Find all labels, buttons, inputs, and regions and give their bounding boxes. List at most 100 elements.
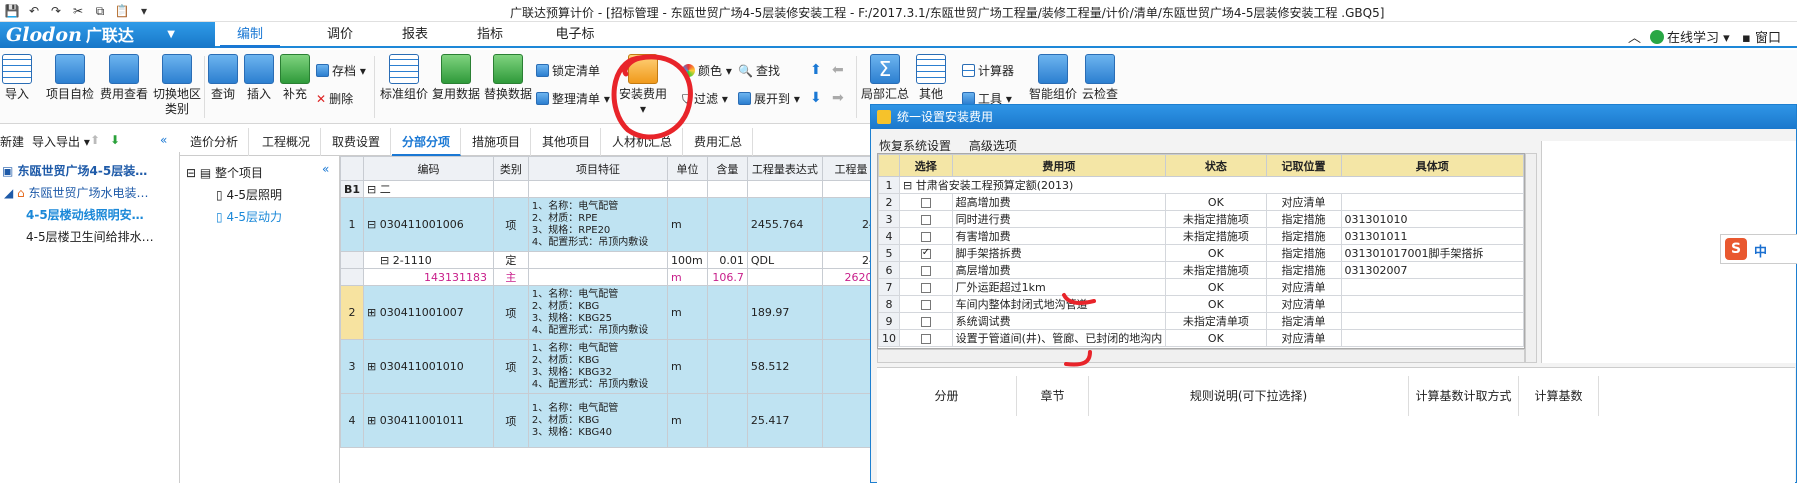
select-checkbox[interactable] <box>920 316 931 327</box>
organize-list-button[interactable]: 整理清单 ▾ <box>536 90 610 107</box>
section-item-power[interactable]: ▯ 4-5层动力 <box>216 208 282 225</box>
tab-labor-material-summary[interactable]: 人材机汇总 <box>602 128 684 156</box>
rules-header-chapter[interactable]: 章节 <box>1017 376 1089 416</box>
table-row[interactable]: 6 高层增加费 未指定措施项 指定措施 031302007 <box>878 261 1524 279</box>
calculator-button[interactable]: 计算器 <box>962 62 1014 79</box>
new-button[interactable]: 新建 <box>0 133 24 150</box>
install-fee-button[interactable]: 安装费用 ▾ <box>618 54 668 117</box>
table-row[interactable]: ⊟ 2-1110 定 100m 0.01 QDL 24 <box>340 251 880 269</box>
select-cell[interactable] <box>899 193 953 211</box>
collapse-panel-icon[interactable]: « <box>160 133 167 147</box>
tab-reports[interactable]: 报表 <box>385 25 445 48</box>
content-cell[interactable] <box>706 285 748 340</box>
advanced-options-button[interactable]: 高级选项 <box>969 139 1017 153</box>
table-row[interactable]: 9 系统调试费 未指定清单项 指定清单 <box>878 312 1524 330</box>
expression-cell[interactable]: 58.512 <box>746 339 823 394</box>
smart-pricing-button[interactable]: 智能组价 <box>1028 54 1078 102</box>
code-cell[interactable]: ⊞ 030411001007 <box>363 285 494 340</box>
undo-icon[interactable]: ↶ <box>26 3 42 19</box>
replace-data-button[interactable]: 替换数据 <box>484 54 532 102</box>
category-cell[interactable]: 项 <box>492 285 529 340</box>
position-cell[interactable]: 对应清单 <box>1265 278 1342 296</box>
position-cell[interactable]: 指定措施 <box>1265 210 1342 228</box>
move-right-icon[interactable]: ➡ <box>832 90 844 106</box>
category-cell[interactable]: 主 <box>492 268 529 286</box>
table-row-group[interactable]: 1 ⊟ 甘肃省安装工程预算定额(2013) <box>878 176 1524 194</box>
tab-fee-settings[interactable]: 取费设置 <box>322 128 392 156</box>
content-cell[interactable] <box>706 339 748 394</box>
code-cell[interactable]: ⊟ 030411001006 <box>363 197 494 252</box>
unit-cell[interactable]: m <box>667 197 708 252</box>
move-up-icon[interactable]: ⬆ <box>810 62 822 78</box>
lock-list-button[interactable]: 锁定清单 <box>536 62 600 79</box>
tab-cost-analysis[interactable]: 造价分析 <box>180 128 250 156</box>
specific-item-cell[interactable]: 031302007 <box>1340 261 1524 279</box>
content-cell[interactable]: 106.7 <box>706 268 748 286</box>
table-row[interactable]: 2 ⊞ 030411001007 项 1、名称：电气配管 2、材质：KBG 3、… <box>340 285 880 340</box>
feature-cell[interactable] <box>527 268 669 286</box>
expression-cell[interactable]: 2455.764 <box>746 197 823 252</box>
find-button[interactable]: 🔍 查找 <box>738 62 780 79</box>
select-checkbox[interactable] <box>920 197 931 208</box>
grid-header-unit[interactable]: 单位 <box>667 156 708 181</box>
table-row[interactable]: 5 脚手架搭拆费OK指定措施031301017001脚手架搭拆 <box>878 244 1524 262</box>
table-row[interactable]: 8 车间内整体封闭式地沟管道 OK 对应清单 <box>878 295 1524 313</box>
table-row[interactable]: 3 同时进行费 未指定措施项 指定措施 031301010 <box>878 210 1524 228</box>
reuse-data-button[interactable]: 复用数据 <box>432 54 480 102</box>
select-cell[interactable] <box>899 312 953 330</box>
move-up-icon[interactable]: ⬆ <box>90 133 100 147</box>
position-cell[interactable]: 对应清单 <box>1265 295 1342 313</box>
tab-indicators[interactable]: 指标 <box>460 25 520 48</box>
cut-icon[interactable]: ✂ <box>70 3 86 19</box>
import-button[interactable]: 导入 <box>0 54 34 102</box>
select-checkbox[interactable] <box>920 265 931 276</box>
copy-icon[interactable]: ⧉ <box>92 3 108 19</box>
select-checkbox[interactable] <box>920 231 931 242</box>
position-cell[interactable]: 指定措施 <box>1265 227 1342 245</box>
position-cell[interactable]: 指定措施 <box>1265 244 1342 262</box>
tab-adjust-price[interactable]: 调价 <box>310 25 370 48</box>
select-checkbox[interactable] <box>920 282 931 293</box>
content-cell[interactable] <box>706 197 748 252</box>
insert-button[interactable]: 插入 <box>244 54 274 102</box>
save-icon[interactable]: 💾 <box>4 3 20 19</box>
position-cell[interactable]: 对应清单 <box>1265 193 1342 211</box>
dgrid-header-specific-item[interactable]: 具体项 <box>1340 154 1524 177</box>
unit-cell[interactable]: 100m <box>667 251 708 269</box>
expression-cell[interactable]: QDL <box>746 251 823 269</box>
select-cell[interactable] <box>899 295 953 313</box>
table-row[interactable]: 4 ⊞ 030411001011 项 1、名称：电气配管 2、材质：KBG 3、… <box>340 393 880 448</box>
tab-other-items[interactable]: 其他项目 <box>532 128 602 156</box>
feature-cell[interactable]: 1、名称：电气配管 2、材质：KBG 3、规格：KBG40 <box>527 393 669 448</box>
expression-cell[interactable]: 25.417 <box>746 393 823 448</box>
specific-item-cell[interactable] <box>1340 329 1524 347</box>
standard-pricing-button[interactable]: 标准组价 <box>380 54 428 102</box>
rules-header-description[interactable]: 规则说明(可下拉选择) <box>1089 376 1409 416</box>
tab-project-overview[interactable]: 工程概况 <box>252 128 322 156</box>
section-root[interactable]: ⊟ ▤ 整个项目 <box>186 164 263 181</box>
dgrid-header-status[interactable]: 状态 <box>1165 154 1267 177</box>
rules-header-volume[interactable]: 分册 <box>877 376 1017 416</box>
tab-e-bid[interactable]: 电子标 <box>540 25 610 48</box>
tab-edit[interactable]: 编制 <box>220 25 280 48</box>
move-down-icon[interactable]: ⬇ <box>110 133 120 147</box>
specific-item-cell[interactable] <box>1340 295 1524 313</box>
specific-item-cell[interactable]: 031301017001脚手架搭拆 <box>1340 244 1524 262</box>
restore-system-settings-button[interactable]: 恢复系统设置 <box>879 139 951 153</box>
redo-icon[interactable]: ↷ <box>48 3 64 19</box>
select-cell[interactable] <box>899 227 953 245</box>
tree-item-lighting[interactable]: 4-5层楼动线照明安… <box>26 206 144 223</box>
category-cell[interactable]: 项 <box>492 339 529 394</box>
group-cell[interactable]: ⊟ 甘肃省安装工程预算定额(2013) <box>899 176 1524 194</box>
code-cell[interactable]: ⊟ 2-1110 <box>363 251 494 269</box>
specific-item-cell[interactable] <box>1340 193 1524 211</box>
fee-view-button[interactable]: 费用查看 <box>100 54 148 102</box>
dgrid-header-fee-item[interactable]: 费用项 <box>951 154 1167 177</box>
grid-header-feature[interactable]: 项目特征 <box>527 156 669 181</box>
table-row[interactable]: 3 ⊞ 030411001010 项 1、名称：电气配管 2、材质：KBG 3、… <box>340 339 880 394</box>
content-cell[interactable]: 0.01 <box>706 251 748 269</box>
position-cell[interactable]: 指定措施 <box>1265 261 1342 279</box>
select-cell[interactable] <box>899 278 953 296</box>
supplement-button[interactable]: 补充 <box>280 54 310 102</box>
grid-header-code[interactable]: 编码 <box>363 156 494 181</box>
